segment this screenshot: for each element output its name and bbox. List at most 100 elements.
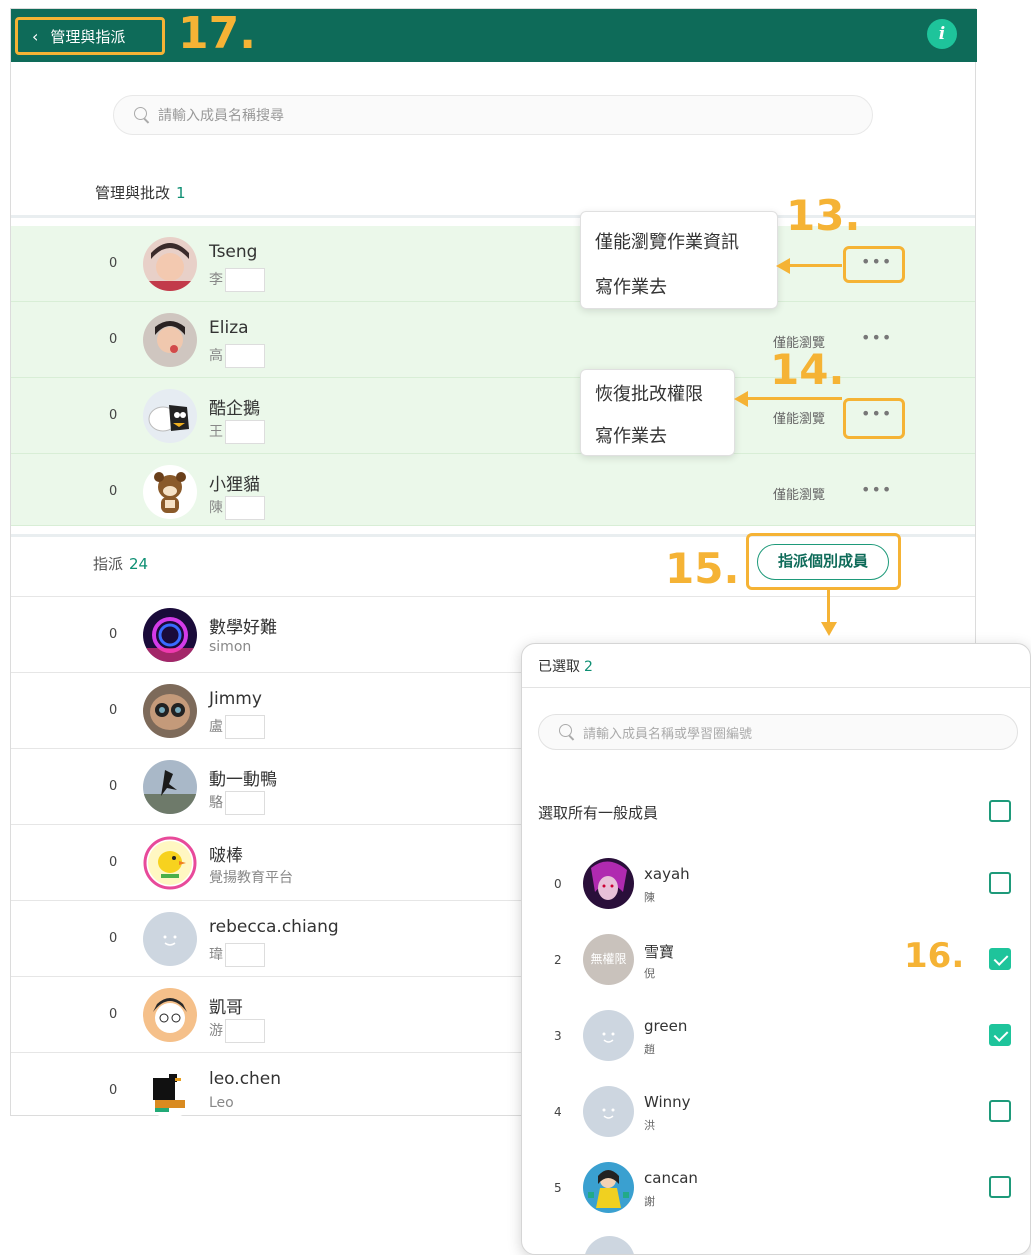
member-sub: 高 [209,344,265,368]
avatar [143,836,197,890]
member-name: Jimmy [209,689,262,709]
row-count: 3 [554,1029,562,1043]
arrow-head [734,391,748,407]
step-label-13: 13. [786,191,861,240]
avatar [143,684,197,738]
member-sub: Leo [209,1095,234,1111]
member-name: 啵棒 [209,846,243,866]
member-name: cancan [644,1169,698,1187]
more-options-icon[interactable]: ••• [861,480,892,499]
member-search-input[interactable]: 請輸入成員名稱搜尋 [113,95,873,135]
selector-row: 4 Winny 洪 [522,1073,1030,1149]
step-label-16: 16. [904,936,965,976]
selected-count: 2 [584,659,593,675]
more-options-icon[interactable]: ••• [861,252,892,271]
selector-row: 3 green 趙 [522,997,1030,1073]
row-count: 0 [109,855,118,870]
row-count: 0 [109,1083,118,1098]
selector-row: 5 cancan 謝 [522,1149,1030,1225]
member-checkbox[interactable] [989,1100,1011,1122]
selected-count-header: 已選取 2 [538,656,593,676]
avatar [583,1162,634,1213]
default-avatar [583,1086,634,1137]
role-label: 僅能瀏覽 [773,412,826,427]
member-checkbox[interactable] [989,948,1011,970]
step-label-15: 15. [665,544,740,593]
row-count: 0 [109,332,118,347]
back-label: 管理與指派 [50,27,126,46]
member-checkbox[interactable] [989,1024,1011,1046]
member-name: 動一動鴨 [209,770,277,790]
assign-members-button[interactable]: 指派個別成員 [757,544,889,580]
default-avatar [583,1010,634,1061]
row-count: 0 [109,256,118,271]
divider [522,687,1030,688]
member-name: Winny [644,1093,691,1111]
member-sub: 瑋 [209,943,265,967]
member-name: rebecca.chiang [209,917,339,937]
arrow [790,264,842,267]
assign-count: 24 [129,555,149,573]
options-popup: 僅能瀏覽作業資訊 寫作業去 [580,211,778,309]
step-label-17: 17. [178,8,256,59]
default-avatar [584,1236,635,1254]
member-name: 雪寶 [644,943,675,961]
member-sub: 李 [209,268,265,292]
member-sub: 駱 [209,791,265,815]
avatar [143,1064,197,1118]
member-sub: 倪 [644,967,655,980]
more-options-icon[interactable]: ••• [861,328,892,347]
menu-item-do-homework[interactable]: 寫作業去 [595,422,667,448]
member-sub: 王 [209,420,265,444]
menu-item-view-only[interactable]: 僅能瀏覽作業資訊 [595,228,739,254]
chevron-left-icon: ‹ [32,26,39,46]
search-icon [559,724,575,740]
search-placeholder: 請輸入成員名稱搜尋 [158,108,284,124]
more-options-icon[interactable]: ••• [861,404,892,423]
member-search-input[interactable]: 請輸入成員名稱或學習圈編號 [538,714,1018,750]
avatar [143,608,197,662]
assign-section-title: 指派 24 [93,553,148,574]
info-icon[interactable]: i [927,19,957,49]
assign-title-label: 指派 [93,555,124,573]
member-sub: 趙 [644,1043,655,1056]
avatar [143,465,197,519]
member-name: Tseng [209,242,258,262]
member-name: 凱哥 [209,998,243,1018]
member-checkbox[interactable] [989,1176,1011,1198]
avatar [143,988,197,1042]
member-sub: 陳 [644,891,655,904]
member-sub: 陳 [209,496,265,520]
arrow [748,397,842,400]
search-placeholder: 請輸入成員名稱或學習圈編號 [583,726,753,742]
role-label: 僅能瀏覽 [773,488,826,503]
row-count: 2 [554,953,562,967]
back-button[interactable]: ‹ 管理與指派 [15,17,165,55]
no-permission-avatar: 無權限 [583,934,634,985]
member-checkbox[interactable] [989,872,1011,894]
row-count: 0 [554,877,562,891]
avatar [143,389,197,443]
step-label-14: 14. [770,345,845,394]
row-count: 0 [109,627,118,642]
row-count: 0 [109,931,118,946]
selector-row: 0 xayah 陳 [522,845,1030,921]
member-sub: 游 [209,1019,265,1043]
top-bar: ‹ 管理與指派 i [11,9,977,62]
member-name: 小狸貓 [209,475,260,495]
member-sub: 謝 [644,1195,655,1208]
options-popup: 恢復批改權限 寫作業去 [580,369,735,456]
menu-item-do-homework[interactable]: 寫作業去 [595,273,667,299]
select-all-checkbox[interactable] [989,800,1011,822]
menu-item-restore-permission[interactable]: 恢復批改權限 [595,380,703,406]
member-name: leo.chen [209,1069,282,1089]
manage-count: 1 [176,184,186,202]
arrow [827,590,830,622]
manage-section-title: 管理與批改 1 [95,182,186,203]
avatar [143,760,197,814]
selected-label: 已選取 [538,659,580,675]
member-name: Eliza [209,318,249,338]
member-name: xayah [644,865,690,883]
default-avatar [143,912,197,966]
member-name: green [644,1017,688,1035]
